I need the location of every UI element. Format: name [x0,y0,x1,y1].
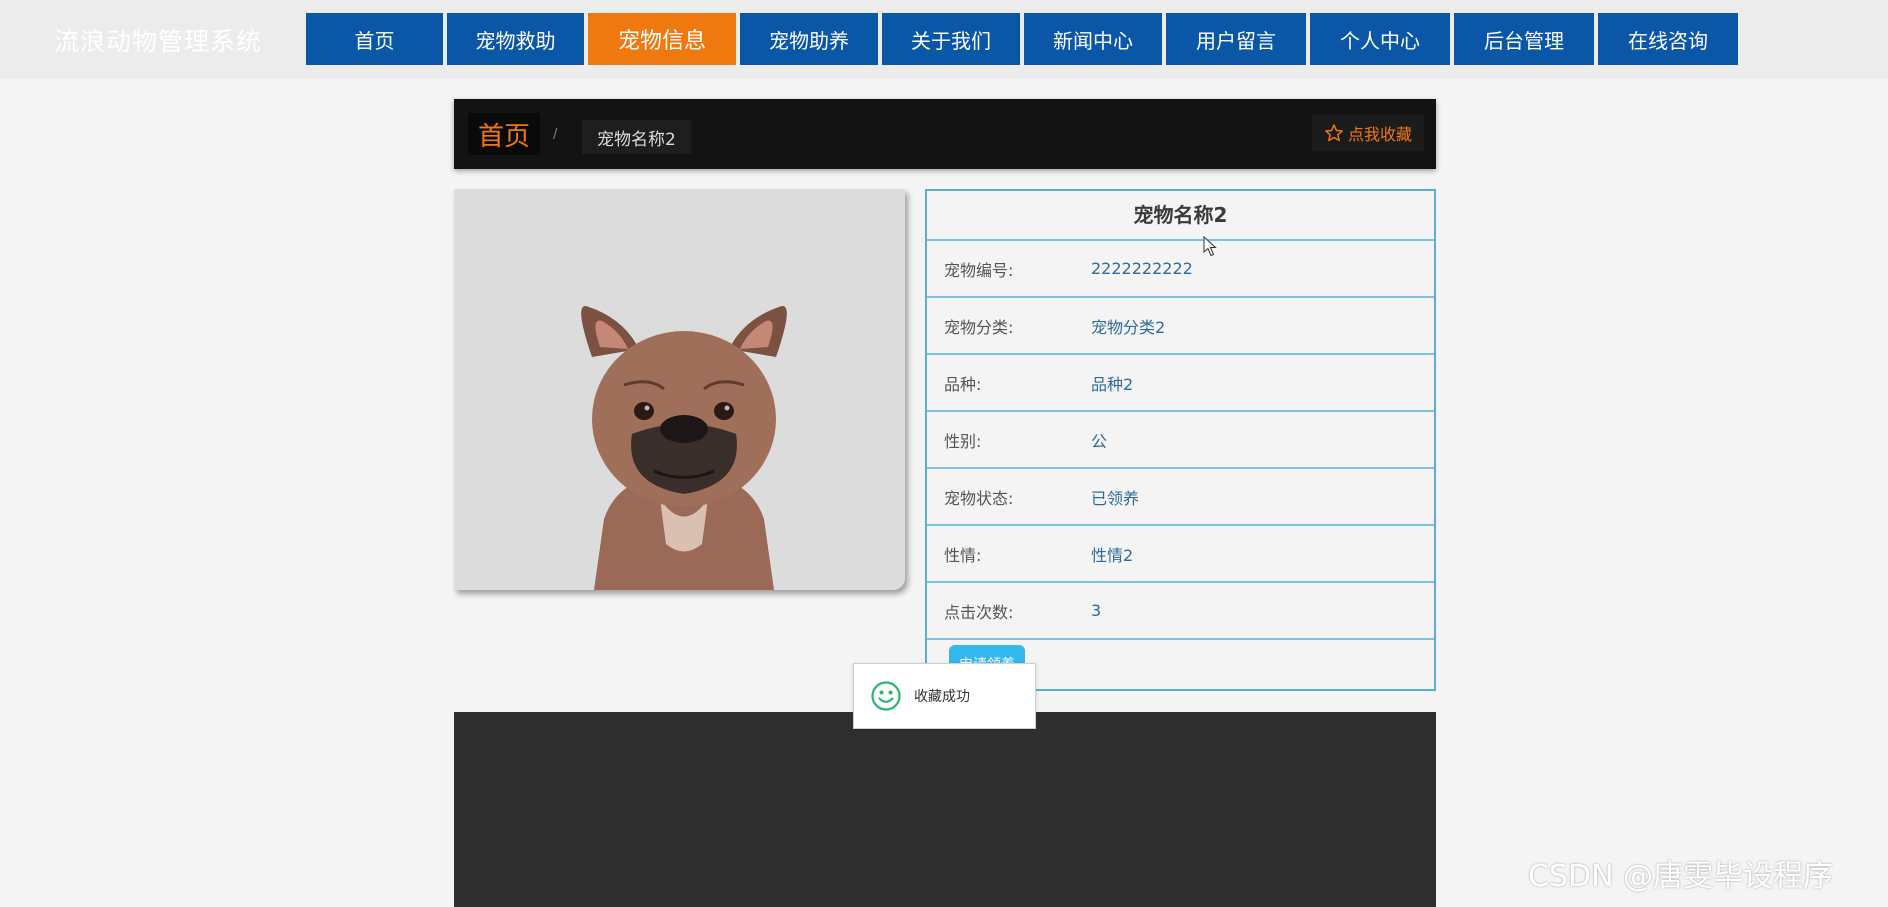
main-nav: 首页 宠物救助 宠物信息 宠物助养 关于我们 新闻中心 用户留言 个人中心 后台… [306,13,1738,65]
info-label: 宠物状态: [944,488,1014,508]
toast-message: 收藏成功 [853,663,1036,729]
pet-photo [454,189,905,590]
nav-item-pet-rescue[interactable]: 宠物救助 [447,13,584,65]
nav-item-user-messages[interactable]: 用户留言 [1166,13,1306,65]
info-row: 品种: 品种2 [927,355,1434,412]
info-label: 品种: [944,374,982,394]
info-label: 点击次数: [944,602,1014,622]
favorite-label: 点我收藏 [1347,125,1412,144]
pet-click-count-value: 3 [1091,601,1102,620]
pet-breed-value: 品种2 [1091,374,1134,394]
pet-info-panel: 宠物名称2 宠物编号: 2222222222 宠物分类: 宠物分类2 品种: 品… [925,189,1436,691]
pet-temperament-value: 性情2 [1091,545,1134,565]
mouse-cursor-icon [1203,236,1217,257]
info-label: 性情: [944,545,982,565]
info-row: 宠物分类: 宠物分类2 [927,298,1434,355]
site-title: 流浪动物管理系统 [54,27,263,56]
nav-item-news-center[interactable]: 新闻中心 [1024,13,1162,65]
pet-status-value: 已领养 [1091,488,1140,508]
top-header: 流浪动物管理系统 首页 宠物救助 宠物信息 宠物助养 关于我们 新闻中心 用户留… [0,0,1888,79]
info-row: 性情: 性情2 [927,526,1434,583]
pet-category-value: 宠物分类2 [1091,317,1166,337]
nav-item-admin[interactable]: 后台管理 [1454,13,1594,65]
favorite-button[interactable]: 点我收藏 [1311,115,1424,151]
info-label: 性别: [944,431,982,451]
breadcrumb-separator: / [553,127,558,142]
star-icon [1325,124,1343,142]
breadcrumb: 首页 / 宠物名称2 点我收藏 [454,99,1436,169]
info-label: 宠物编号: [944,260,1014,280]
info-row: 宠物状态: 已领养 [927,469,1434,526]
watermark: CSDN @唐雯毕设程序 [1528,859,1834,894]
info-row: 性别: 公 [927,412,1434,469]
info-row: 宠物编号: 2222222222 [927,241,1434,298]
info-label: 宠物分类: [944,317,1014,337]
nav-item-about-us[interactable]: 关于我们 [882,13,1020,65]
nav-item-pet-sponsor[interactable]: 宠物助养 [740,13,878,65]
pet-number-value: 2222222222 [1091,259,1193,278]
nav-item-home[interactable]: 首页 [306,13,443,65]
breadcrumb-current: 宠物名称2 [582,120,691,154]
smile-icon [871,681,901,711]
pet-name-title: 宠物名称2 [927,191,1434,241]
nav-item-online-consult[interactable]: 在线咨询 [1598,13,1738,65]
nav-item-personal-center[interactable]: 个人中心 [1310,13,1450,65]
toast-text: 收藏成功 [914,689,970,705]
dog-image [454,189,905,590]
nav-item-pet-info[interactable]: 宠物信息 [588,13,736,65]
pet-gender-value: 公 [1091,431,1108,451]
content-panel [454,712,1436,907]
info-row: 点击次数: 3 [927,583,1434,640]
breadcrumb-home-link[interactable]: 首页 [468,113,541,155]
